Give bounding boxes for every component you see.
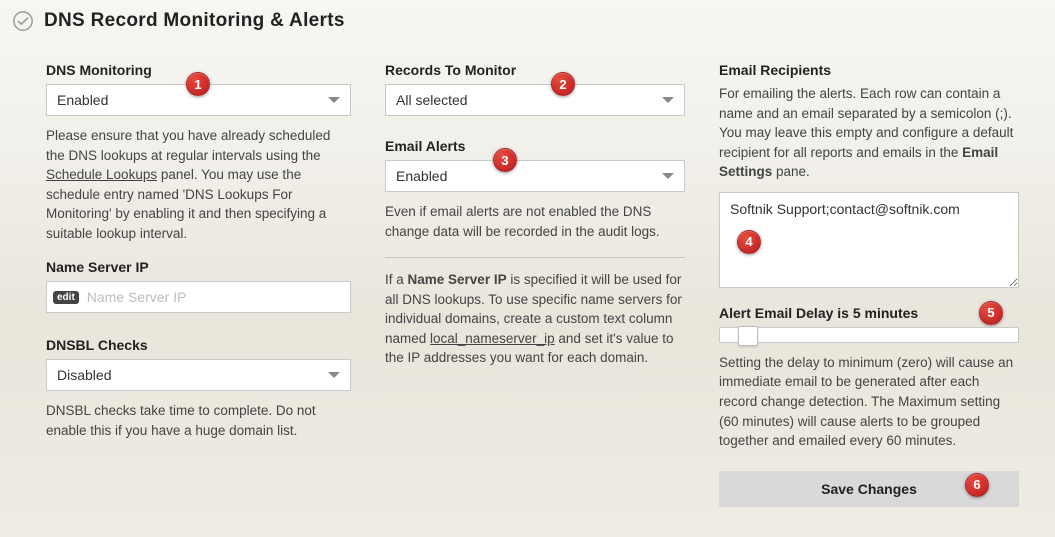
- edit-chip: edit: [53, 291, 79, 304]
- dns-monitoring-help: Please ensure that you have already sche…: [46, 126, 351, 243]
- name-server-ip-label: Name Server IP: [46, 259, 351, 275]
- page-header: DNS Record Monitoring & Alerts: [0, 0, 1055, 46]
- email-alerts-select[interactable]: Enabled: [385, 160, 685, 192]
- save-changes-button[interactable]: Save Changes: [719, 471, 1019, 507]
- alert-delay-help: Setting the delay to minimum (zero) will…: [719, 353, 1019, 451]
- records-to-monitor-label: Records To Monitor: [385, 62, 685, 78]
- alert-delay-slider[interactable]: [719, 327, 1019, 343]
- column-records-alerts: Records To Monitor All selected 2 Email …: [385, 56, 685, 507]
- slider-thumb[interactable]: [738, 326, 758, 346]
- email-recipients-textarea[interactable]: [719, 192, 1019, 288]
- email-alerts-help: Even if email alerts are not enabled the…: [385, 202, 685, 241]
- email-alerts-value: Enabled: [396, 168, 447, 184]
- dnsbl-value: Disabled: [57, 367, 111, 383]
- column-dns-monitoring: DNS Monitoring Enabled 1 Please ensure t…: [46, 56, 351, 507]
- name-server-ip-input[interactable]: [85, 288, 344, 306]
- divider: [385, 257, 685, 258]
- records-to-monitor-select[interactable]: All selected: [385, 84, 685, 116]
- chevron-down-icon: [328, 372, 340, 378]
- dnsbl-select[interactable]: Disabled: [46, 359, 351, 391]
- chevron-down-icon: [662, 97, 674, 103]
- dnsbl-help: DNSBL checks take time to complete. Do n…: [46, 401, 351, 440]
- email-alerts-label: Email Alerts: [385, 138, 685, 154]
- schedule-lookups-link[interactable]: Schedule Lookups: [46, 167, 157, 182]
- email-recipients-label: Email Recipients: [719, 62, 1019, 78]
- email-recipients-help: For emailing the alerts. Each row can co…: [719, 84, 1019, 182]
- name-server-ip-input-wrap[interactable]: edit: [46, 281, 351, 313]
- name-server-ip-help: If a Name Server IP is specified it will…: [385, 270, 685, 368]
- dns-monitoring-select[interactable]: Enabled: [46, 84, 351, 116]
- chevron-down-icon: [662, 173, 674, 179]
- chevron-down-icon: [328, 97, 340, 103]
- dnsbl-label: DNSBL Checks: [46, 337, 351, 353]
- dns-monitoring-label: DNS Monitoring: [46, 62, 351, 78]
- check-circle-icon: [12, 10, 34, 32]
- alert-delay-label: Alert Email Delay is 5 minutes: [719, 305, 1019, 321]
- page-title: DNS Record Monitoring & Alerts: [44, 10, 345, 32]
- column-recipients: Email Recipients For emailing the alerts…: [719, 56, 1019, 507]
- records-to-monitor-value: All selected: [396, 92, 468, 108]
- dns-monitoring-value: Enabled: [57, 92, 108, 108]
